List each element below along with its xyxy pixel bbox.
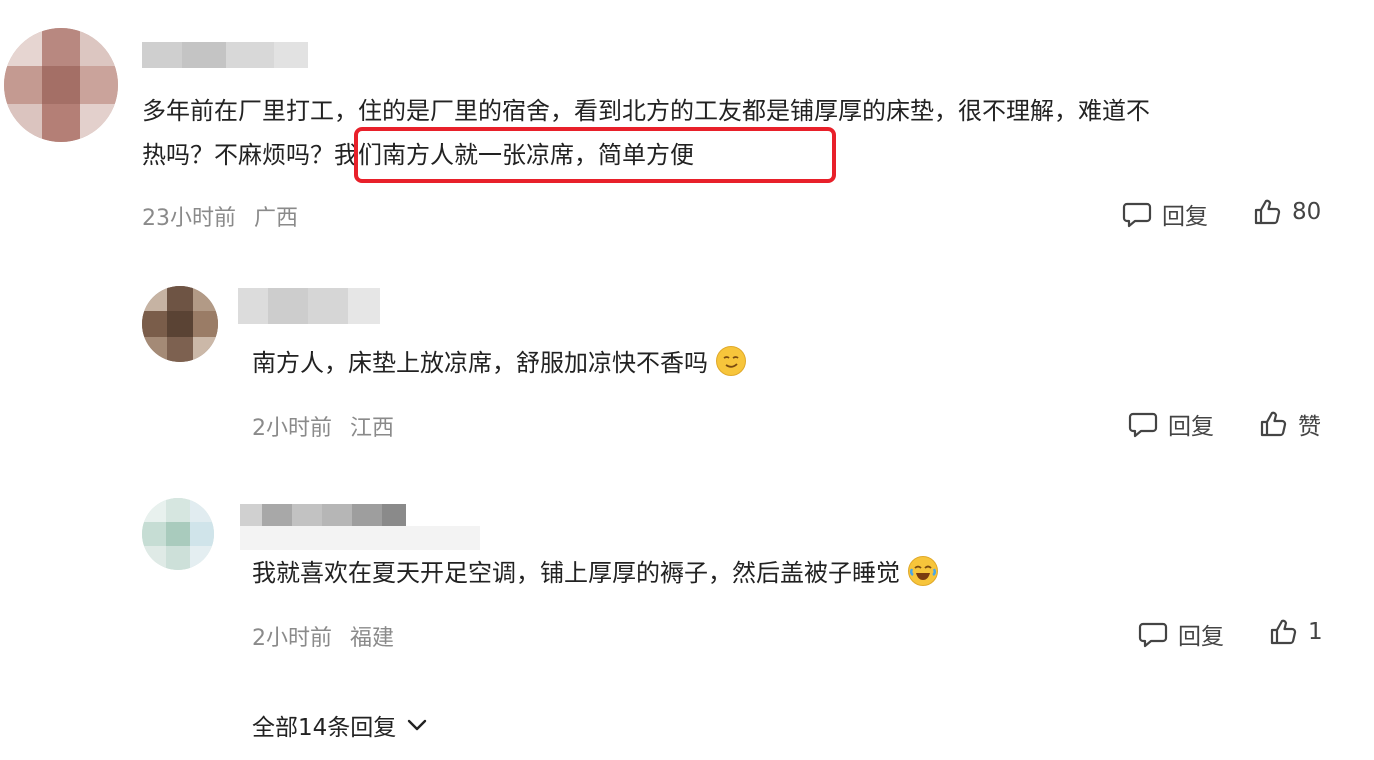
thumbs-up-icon xyxy=(1254,199,1281,225)
chevron-down-icon xyxy=(408,719,427,731)
reply-label: 回复 xyxy=(1162,204,1208,230)
reply-button[interactable]: 回复 xyxy=(1122,197,1208,231)
comment-thread: 多年前在厂里打工，住的是厂里的宿舍，看到北方的工友都是铺厚厚的床垫，很不理解，难… xyxy=(0,0,1374,760)
timestamp: 23小时前 xyxy=(142,206,236,231)
username-blurred[interactable] xyxy=(238,288,380,324)
comment-bubble-icon xyxy=(1138,622,1168,648)
avatar[interactable] xyxy=(142,498,214,570)
like-count: 1 xyxy=(1308,619,1323,645)
like-button[interactable]: 赞 xyxy=(1258,407,1321,441)
comment-text-line2: 热吗？不麻烦吗？我们南方人就一张凉席，简单方便 xyxy=(142,132,694,178)
username-blurred[interactable] xyxy=(240,504,406,526)
reply-text: 我就喜欢在夏天开足空调，铺上厚厚的褥子，然后盖被子睡觉 xyxy=(252,550,938,596)
tears-of-joy-emoji-icon xyxy=(908,556,938,586)
reply-meta: 2小时前 江西 xyxy=(252,410,412,442)
like-count: 80 xyxy=(1292,199,1322,225)
username-blurred-shadow xyxy=(240,526,480,550)
reply-label: 回复 xyxy=(1168,414,1214,440)
timestamp: 2小时前 xyxy=(252,626,332,651)
comment-text-part: 热吗？不麻烦吗？ xyxy=(142,141,334,169)
view-all-replies-label: 全部14条回复 xyxy=(252,715,397,741)
reply-text-content: 我就喜欢在夏天开足空调，铺上厚厚的褥子，然后盖被子睡觉 xyxy=(252,559,900,587)
thumbs-up-icon xyxy=(1270,619,1297,645)
timestamp: 2小时前 xyxy=(252,416,332,441)
view-all-replies-button[interactable]: 全部14条回复 xyxy=(252,708,430,742)
highlighted-comment-text: 我们南方人就一张凉席，简单方便 xyxy=(334,141,694,169)
comment-bubble-icon xyxy=(1122,202,1152,228)
reply-meta: 2小时前 福建 xyxy=(252,620,412,652)
reply-text-content: 南方人，床垫上放凉席，舒服加凉快不香吗 xyxy=(252,349,708,377)
username-blurred[interactable] xyxy=(142,42,308,68)
like-button[interactable]: 1 xyxy=(1268,617,1323,647)
avatar[interactable] xyxy=(4,28,118,142)
comment-text-line1: 多年前在厂里打工，住的是厂里的宿舍，看到北方的工友都是铺厚厚的床垫，很不理解，难… xyxy=(142,97,1150,125)
thumbs-up-icon xyxy=(1260,411,1287,437)
avatar[interactable] xyxy=(142,286,218,362)
like-button[interactable]: 80 xyxy=(1252,197,1321,227)
location: 福建 xyxy=(350,626,395,651)
reply-button[interactable]: 回复 xyxy=(1138,617,1224,651)
like-label: 赞 xyxy=(1298,414,1321,440)
location: 广西 xyxy=(254,206,299,231)
reply-button[interactable]: 回复 xyxy=(1128,407,1214,441)
reply-label: 回复 xyxy=(1178,624,1224,650)
reply-text: 南方人，床垫上放凉席，舒服加凉快不香吗 xyxy=(252,340,746,386)
smirk-emoji-icon xyxy=(716,346,746,376)
comment-bubble-icon xyxy=(1128,412,1158,438)
location: 江西 xyxy=(350,416,395,441)
comment-meta: 23小时前 广西 xyxy=(142,200,316,232)
